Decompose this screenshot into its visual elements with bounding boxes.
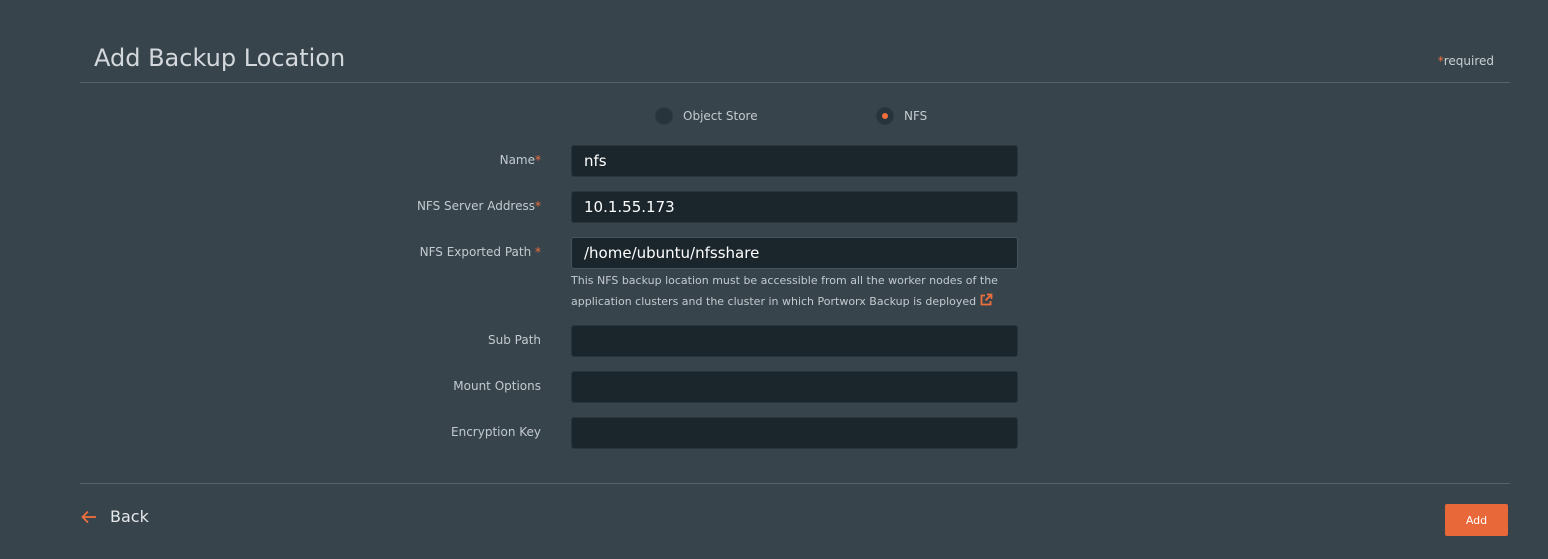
helper-line-2-text: application clusters and the cluster in …: [571, 295, 977, 308]
name-required-star: *: [535, 153, 541, 167]
required-note: *required: [1438, 54, 1494, 68]
encryption-key-input[interactable]: [571, 417, 1018, 449]
page-header: Add Backup Location *required: [80, 36, 1510, 83]
add-backup-location-page: Add Backup Location *required Object Sto…: [0, 0, 1548, 559]
page-title: Add Backup Location: [94, 44, 346, 72]
server-address-label-text: NFS Server Address: [416, 199, 535, 213]
exported-path-label-text: NFS Exported Path: [419, 245, 535, 259]
footer-divider: [80, 483, 1510, 484]
server-address-label: NFS Server Address*: [417, 199, 541, 213]
encryption-key-label: Encryption Key: [451, 425, 541, 439]
mount-options-label: Mount Options: [453, 379, 541, 393]
name-label: Name*: [500, 153, 541, 167]
radio-button-checked[interactable]: [876, 107, 894, 125]
back-button[interactable]: Back: [80, 507, 149, 526]
name-input[interactable]: [571, 145, 1018, 177]
server-address-input[interactable]: [571, 191, 1018, 223]
helper-line-1: This NFS backup location must be accessi…: [571, 274, 998, 287]
required-text: required: [1443, 54, 1494, 68]
exported-path-helper-text: This NFS backup location must be accessi…: [571, 270, 1011, 312]
radio-label-nfs: NFS: [904, 109, 928, 123]
radio-label-object-store: Object Store: [683, 109, 758, 123]
sub-path-label: Sub Path: [487, 333, 541, 347]
radio-object-store[interactable]: Object Store: [655, 107, 758, 125]
location-type-radio-group: Object Store NFS: [0, 107, 1548, 129]
exported-path-required-star: *: [535, 245, 541, 259]
radio-nfs[interactable]: NFS: [876, 107, 927, 125]
sub-path-input[interactable]: [571, 325, 1018, 357]
helper-line-2: application clusters and the cluster in …: [571, 291, 1011, 312]
exported-path-label: NFS Exported Path *: [420, 245, 541, 259]
back-label: Back: [110, 507, 149, 526]
exported-path-input[interactable]: [571, 237, 1018, 269]
server-address-required-star: *: [535, 199, 541, 213]
external-link-icon[interactable]: [979, 293, 993, 307]
mount-options-input[interactable]: [571, 371, 1018, 403]
add-button[interactable]: Add: [1445, 504, 1508, 536]
name-label-text: Name: [499, 153, 535, 167]
radio-button-unchecked[interactable]: [655, 107, 673, 125]
arrow-left-icon: [81, 510, 96, 523]
